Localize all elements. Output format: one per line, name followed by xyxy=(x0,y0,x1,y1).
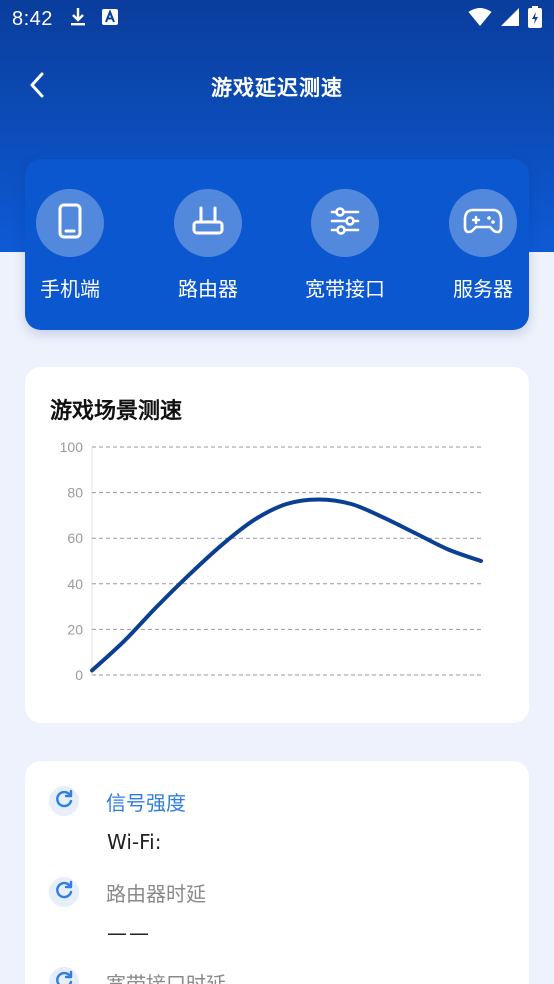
sliders-icon xyxy=(328,204,362,242)
nav-card: 手机端 路由器 宽带接口 服务器 xyxy=(25,159,529,330)
info-value: —— xyxy=(107,921,151,945)
status-time: 8:42 xyxy=(12,7,53,30)
nav-item-broadband[interactable]: 宽带接口 xyxy=(285,189,405,302)
info-row-broadband[interactable]: 宽带接口时延 xyxy=(49,967,226,984)
y-tick-label: 80 xyxy=(67,485,83,501)
wifi-icon xyxy=(468,7,492,32)
nav-item-server[interactable]: 服务器 xyxy=(423,189,543,302)
phone-icon xyxy=(55,203,85,243)
info-value: Wi-Fi: xyxy=(107,830,162,854)
nav-item-label: 手机端 xyxy=(40,277,100,301)
series-line xyxy=(90,497,483,673)
y-tick-label: 60 xyxy=(67,530,83,546)
refresh-icon xyxy=(54,970,74,984)
info-card: 信号强度 Wi-Fi: 路由器时延 —— 宽带接口时延 xyxy=(25,761,529,984)
app-bar: 游戏延迟测速 xyxy=(0,60,554,114)
signal-icon xyxy=(500,7,520,32)
latency-chart: 100 80 60 40 20 0 xyxy=(60,439,483,683)
nav-item-label: 路由器 xyxy=(178,277,238,301)
router-icon xyxy=(191,204,225,242)
info-row-router[interactable]: 路由器时延 xyxy=(49,877,206,907)
nav-item-label: 宽带接口 xyxy=(305,277,385,301)
chevron-left-icon xyxy=(29,72,45,102)
info-row-signal[interactable]: 信号强度 xyxy=(49,786,186,816)
status-bar: 8:42 xyxy=(0,0,554,38)
nav-item-label: 服务器 xyxy=(453,277,513,301)
gamepad-icon xyxy=(463,206,503,240)
info-label: 路由器时延 xyxy=(106,881,206,906)
refresh-icon xyxy=(54,789,74,813)
info-label: 宽带接口时延 xyxy=(106,971,226,984)
download-icon xyxy=(69,7,87,32)
battery-icon xyxy=(528,5,542,33)
y-tick-label: 40 xyxy=(67,576,83,592)
y-tick-label: 0 xyxy=(75,667,83,683)
y-tick-label: 20 xyxy=(67,621,83,637)
refresh-icon xyxy=(54,880,74,904)
back-button[interactable] xyxy=(20,70,54,104)
nav-item-phone[interactable]: 手机端 xyxy=(10,189,130,302)
page-title: 游戏延迟测速 xyxy=(211,76,343,100)
nav-item-router[interactable]: 路由器 xyxy=(148,189,268,302)
info-label: 信号强度 xyxy=(106,790,186,815)
y-tick-label: 100 xyxy=(60,439,84,455)
chart-card: 游戏场景测速 100 80 60 40 20 0 xyxy=(25,367,529,723)
a-notification-icon xyxy=(101,8,119,31)
